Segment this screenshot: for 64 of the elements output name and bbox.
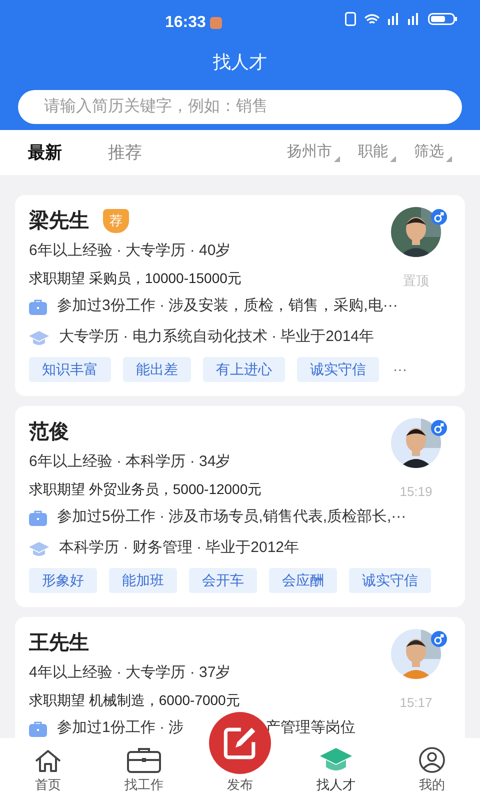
graduation-cap-icon <box>319 746 353 772</box>
briefcase-icon <box>29 298 47 314</box>
skill-tag: 能出差 <box>123 357 191 382</box>
nav-tab[interactable]: 发布 <box>227 774 253 794</box>
battery-icon <box>428 13 458 25</box>
candidate-card[interactable]: 范俊 6年以上经验 · 本科学历 · 34岁 求职期望 外贸业务员，5000-12000元 15:19 参加过5份工作 · 涉及市场专员,销售代表,质检部长,··· 本科学历 · 财务管理 · 毕业于2012年 形象好 能加班 会开车 会应酬 诚实守信 <box>15 406 465 607</box>
candidate-name: 梁先生 <box>29 208 89 234</box>
briefcase-icon <box>127 746 161 772</box>
signal-icon <box>408 13 420 25</box>
male-icon <box>431 209 447 225</box>
skill-tag: 诚实守信 <box>349 568 431 593</box>
graduation-cap-icon <box>29 540 49 556</box>
nav-tab[interactable]: 找工作 <box>96 738 192 800</box>
job-expectation: 求职期望 外贸业务员，5000-12000元 <box>29 480 263 498</box>
clock: 16:33 <box>165 13 206 33</box>
more-tags[interactable]: ··· <box>393 359 407 380</box>
skill-tag: 有上进心 <box>203 357 285 382</box>
signal-icon <box>388 13 400 25</box>
post-time: 15:17 <box>400 694 432 712</box>
male-icon <box>431 420 447 436</box>
graduation-cap-icon <box>29 330 49 346</box>
post-time: 15:19 <box>400 483 432 501</box>
filter-dropdown[interactable]: 职能 <box>358 141 388 164</box>
work-experience: 参加过5份工作 · 涉及市场专员,销售代表,质检部长,··· <box>57 507 406 528</box>
job-expectation: 求职期望 机械制造，6000-7000元 <box>29 690 241 710</box>
skill-tag: 会应酬 <box>269 568 337 593</box>
filter-dropdown[interactable]: 扬州市 <box>287 141 332 164</box>
candidate-name: 范俊 <box>29 420 69 445</box>
candidate-summary: 6年以上经验 · 大专学历 · 40岁 <box>29 240 232 261</box>
post-time: 置顶 <box>403 272 429 290</box>
nfc-icon <box>345 12 356 26</box>
tab[interactable]: 推荐 <box>108 140 142 166</box>
skill-tag: 会开车 <box>189 568 257 593</box>
search-field[interactable]: 请输入简历关键字，例如：销售 <box>18 90 462 124</box>
edit-icon <box>223 726 257 760</box>
candidate-summary: 4年以上经验 · 大专学历 · 37岁 <box>29 662 232 683</box>
candidate-card[interactable]: 梁先生 荐 6年以上经验 · 大专学历 · 40岁 求职期望 采购员，10000-15000元 置顶 参加过3份工作 · 涉及安装，质检，销售，采购,电··· 大专学历 · 电力系统自动化技术 · 毕业于2014年 知识丰富 能出差 有上进心 诚实守信 ··· <box>15 195 465 396</box>
nav-tab[interactable]: 找人才 <box>288 738 384 800</box>
work-experience: 参加过1份工作 · 涉 <box>57 718 184 738</box>
male-icon <box>431 631 447 647</box>
work-experience: 参加过3份工作 · 涉及安装，质检，销售，采购,电··· <box>57 296 398 316</box>
home-icon <box>34 748 62 772</box>
caret-icon <box>334 156 340 162</box>
skill-tag: 能加班 <box>109 568 177 593</box>
candidate-name: 王先生 <box>29 631 89 656</box>
briefcase-icon <box>29 510 47 526</box>
filter-dropdown[interactable]: 筛选 <box>414 141 444 164</box>
profile-icon <box>419 746 445 772</box>
job-expectation: 求职期望 采购员，10000-15000元 <box>29 268 242 288</box>
education: 本科学历 · 财务管理 · 毕业于2012年 <box>59 538 300 558</box>
education: 大专学历 · 电力系统自动化技术 · 毕业于2014年 <box>59 327 374 348</box>
caret-icon <box>390 156 396 162</box>
tab[interactable]: 最新 <box>28 140 62 166</box>
skill-tag: 形象好 <box>29 568 97 593</box>
message-icon <box>210 17 222 29</box>
skill-tag: 知识丰富 <box>29 357 111 382</box>
candidate-summary: 6年以上经验 · 本科学历 · 34岁 <box>29 452 232 472</box>
nav-tab[interactable]: 我的 <box>384 738 480 800</box>
page-title: 找人才 <box>213 50 267 74</box>
skill-tag: 诚实守信 <box>297 357 379 382</box>
nav-tab[interactable]: 首页 <box>0 738 96 800</box>
wifi-icon <box>364 14 380 24</box>
caret-icon <box>446 156 452 162</box>
recommended-badge: 荐 <box>103 209 129 233</box>
